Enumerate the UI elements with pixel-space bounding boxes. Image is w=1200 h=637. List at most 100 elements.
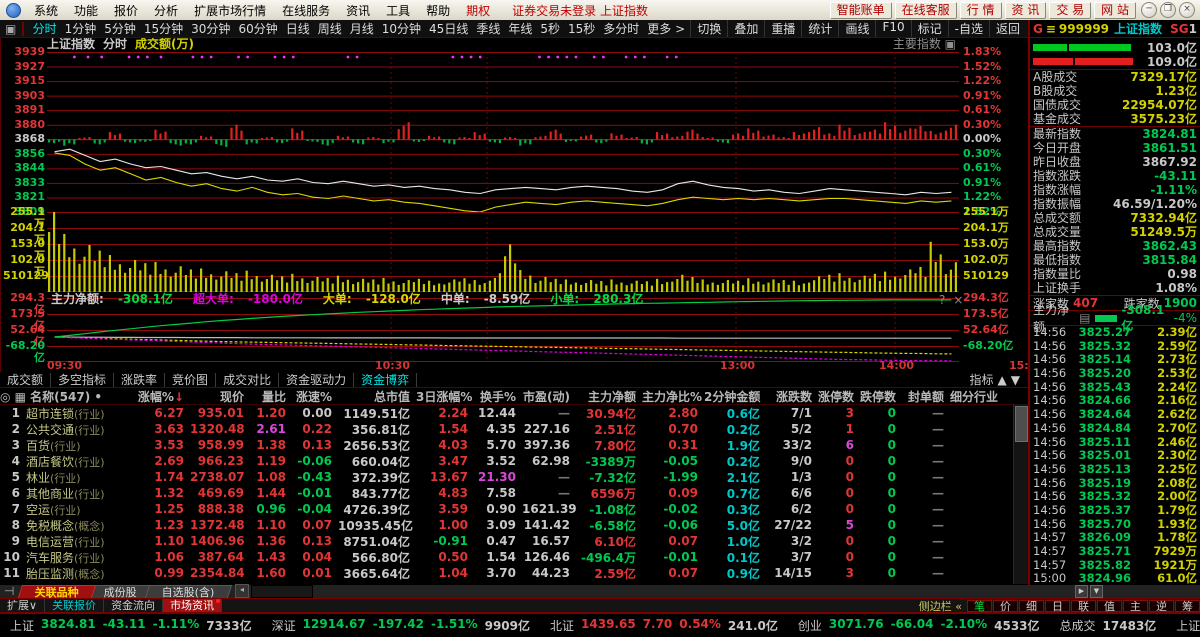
table-row[interactable]: 7空运(行业)1.25888.380.96-0.044726.39亿3.590.… (0, 501, 1028, 517)
quick-button[interactable]: 智能账单 (830, 2, 892, 19)
table-row[interactable]: 5林业(行业)1.742738.071.08-0.43372.39亿13.672… (0, 469, 1028, 485)
subtab-资金流向[interactable]: 资金流向 (104, 599, 163, 612)
toolbar-action[interactable]: F10 (875, 20, 910, 37)
toolbar-action[interactable]: 切换 (690, 20, 727, 37)
period-item[interactable]: 45日线 (425, 20, 472, 37)
column-header-4[interactable]: 涨速% (292, 388, 338, 405)
column-header-8[interactable]: 市盈(动) (522, 388, 576, 405)
panel-toggle-icon[interactable]: ▣ (945, 38, 956, 51)
mini-tab-细[interactable]: 细 (1019, 600, 1044, 612)
period-item[interactable]: 60分钟 (234, 20, 281, 37)
indicator-tab-竞价图[interactable]: 竞价图 (165, 373, 216, 387)
toolbar-action[interactable]: -自选 (948, 20, 989, 37)
mini-tab-主[interactable]: 主 (1123, 600, 1148, 612)
period-item[interactable]: 15分钟 (140, 20, 187, 37)
menu-item-扩展市场行情[interactable]: 扩展市场行情 (186, 2, 274, 19)
indicator-tab-涨跌率[interactable]: 涨跌率 (114, 373, 165, 387)
period-item[interactable]: 更多 > (643, 20, 689, 37)
period-item[interactable]: 5秒 (536, 20, 564, 37)
help-icon[interactable]: ? (939, 293, 945, 307)
indicator-tab-成交额[interactable]: 成交额 (0, 373, 51, 387)
period-item[interactable]: 月线 (346, 20, 378, 37)
quick-button[interactable]: 在线客服 (895, 2, 957, 19)
list-icon[interactable]: ▤ (1079, 311, 1090, 325)
period-item[interactable]: 周线 (314, 20, 346, 37)
tab-scroll-left-icon[interactable]: ◂ (235, 584, 249, 598)
period-item[interactable]: 10分钟 (378, 20, 425, 37)
pin-icon[interactable]: ⊣ (4, 584, 14, 598)
menu-item-资讯[interactable]: 资讯 (338, 2, 378, 19)
column-header-3[interactable]: 量比 (250, 388, 292, 405)
scroll-down-icon[interactable]: ▼ (1011, 373, 1020, 387)
subtab-市场资讯[interactable]: 市场资讯 (163, 599, 222, 612)
menu-item-帮助[interactable]: 帮助 (418, 2, 458, 19)
period-item[interactable]: 分时 (29, 20, 61, 37)
indicator-tab-多空指标[interactable]: 多空指标 (51, 373, 114, 387)
table-row[interactable]: 8免税概念(概念)1.231372.481.100.0710935.45亿1.0… (0, 517, 1028, 533)
column-header-13[interactable]: 涨停数 (818, 388, 860, 405)
period-item[interactable]: 5分钟 (100, 20, 140, 37)
column-header-1[interactable]: 涨幅%↓ (134, 388, 190, 405)
restore-icon[interactable]: ❐ (1160, 2, 1176, 18)
toolbar-action[interactable]: 统计 (801, 20, 838, 37)
layout-icon[interactable]: ▣ (5, 22, 16, 36)
period-item[interactable]: 季线 (472, 20, 504, 37)
table-row[interactable]: 10汽车服务(行业)1.06387.641.430.04566.80亿0.501… (0, 549, 1028, 565)
volume-pane[interactable] (47, 212, 959, 292)
bottom-tab-自选股(含)[interactable]: 自选股(含) (145, 585, 232, 598)
indicator-label[interactable]: 指标 (970, 371, 994, 388)
mini-tab-筹[interactable]: 筹 (1175, 600, 1200, 612)
panel-next-icon[interactable]: ▶ (1075, 585, 1088, 598)
grid-icon[interactable]: ▦ (15, 390, 31, 404)
column-header-10[interactable]: 主力净比% (642, 388, 704, 405)
column-header-14[interactable]: 跌停数 (860, 388, 902, 405)
main-index-button[interactable]: 主要指数 ▣ (893, 38, 956, 52)
menu-item-功能[interactable]: 功能 (66, 2, 106, 19)
table-row[interactable]: 1超市连锁(行业)6.27935.011.200.001149.51亿2.241… (0, 405, 1028, 421)
column-header-9[interactable]: 主力净额 (576, 388, 642, 405)
panel-down-icon[interactable]: ▼ (1090, 585, 1103, 598)
period-item[interactable]: 日线 (282, 20, 314, 37)
toolbar-action[interactable]: 返回 (989, 20, 1026, 37)
mini-tab-联[interactable]: 联 (1071, 600, 1096, 612)
table-scrollbar[interactable] (1013, 404, 1028, 584)
mini-tab-日[interactable]: 日 (1045, 600, 1070, 612)
table-row[interactable]: 11胎压监测(概念)0.992354.841.600.013665.64亿1.0… (0, 565, 1028, 581)
sidebar-toggle[interactable]: 侧边栏 « (919, 598, 962, 614)
quick-button[interactable]: 交 易 (1049, 2, 1091, 19)
table-row[interactable]: 2公共交通(行业)3.631320.482.610.22356.81亿1.544… (0, 421, 1028, 437)
minimize-icon[interactable]: ─ (1141, 2, 1157, 18)
mini-tab-价[interactable]: 价 (993, 600, 1018, 612)
toolbar-action[interactable]: 标记 (911, 20, 948, 37)
table-row[interactable]: 4酒店餐饮(行业)2.69966.231.19-0.06660.04亿3.473… (0, 453, 1028, 469)
column-header-6[interactable]: 3日涨幅% (416, 388, 474, 405)
mini-tab-值[interactable]: 值 (1097, 600, 1122, 612)
menu-item-在线服务[interactable]: 在线服务 (274, 2, 338, 19)
quick-button[interactable]: 行 情 (960, 2, 1002, 19)
intraday-chart[interactable]: 上证指数分时成交额(万) 主要指数 ▣ 主力净额: -308.1亿超大单: -1… (0, 38, 1028, 372)
indicator-tab-成交对比[interactable]: 成交对比 (216, 373, 279, 387)
price-pane[interactable] (47, 52, 959, 212)
indicator-tab-资金驱动力[interactable]: 资金驱动力 (279, 373, 354, 387)
scroll-up-icon[interactable]: ▲ (998, 373, 1007, 387)
column-header-12[interactable]: 涨跌数 (766, 388, 818, 405)
menu-item-期权[interactable]: 期权 (458, 2, 498, 19)
menu-item-系统[interactable]: 系统 (26, 2, 66, 19)
menu-item-分析[interactable]: 分析 (146, 2, 186, 19)
menu-item-工具[interactable]: 工具 (378, 2, 418, 19)
period-item[interactable]: 15秒 (564, 20, 599, 37)
column-header-2[interactable]: 现价 (190, 388, 250, 405)
period-item[interactable]: 1分钟 (61, 20, 101, 37)
mini-tab-逆[interactable]: 逆 (1149, 600, 1174, 612)
column-header-name[interactable]: ◎ ▦ 名称(547) • (0, 388, 134, 405)
scrollbar-thumb[interactable] (1015, 406, 1028, 442)
toolbar-action[interactable]: 画线 (838, 20, 875, 37)
indicator-tab-资金博弈[interactable]: 资金博弈 (354, 373, 417, 387)
close-pane-icon[interactable]: × (953, 293, 963, 307)
table-row[interactable]: 9电信运营(行业)1.101406.961.360.138751.04亿-0.9… (0, 533, 1028, 549)
table-row[interactable]: 3百货(行业)3.53958.991.380.132656.53亿4.035.7… (0, 437, 1028, 453)
toolbar-action[interactable]: 重播 (764, 20, 801, 37)
table-row[interactable]: 6其他商业(行业)1.32469.691.44-0.01843.77亿4.837… (0, 485, 1028, 501)
subtab-关联报价[interactable]: 关联报价 (45, 599, 104, 612)
menu-icon[interactable]: ≡ (1046, 22, 1056, 36)
